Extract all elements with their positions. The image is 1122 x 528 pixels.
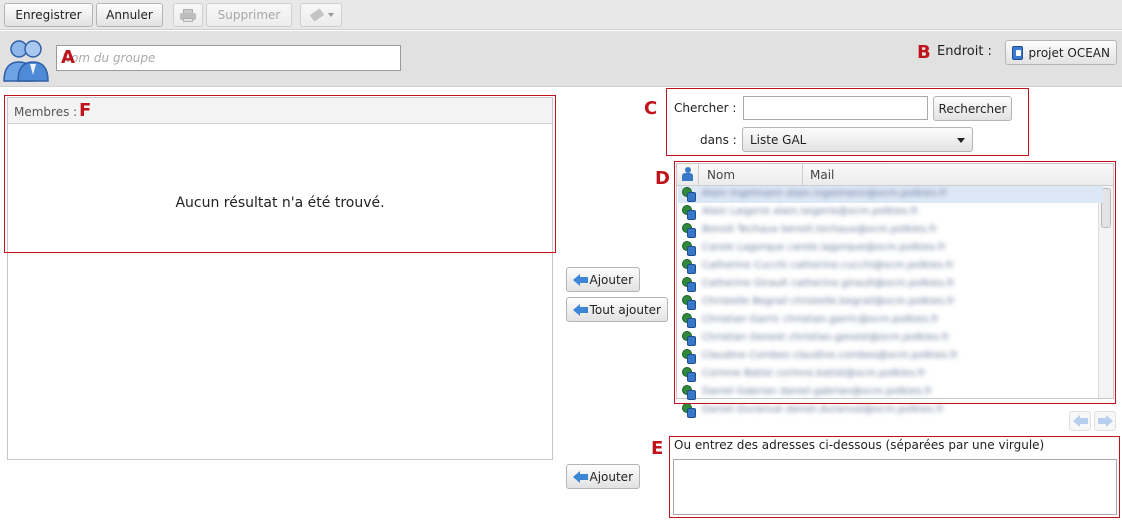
group-name-placeholder: Nom du groupe [62, 51, 156, 65]
chevron-down-icon [327, 13, 334, 17]
source-select[interactable]: Liste GAL [742, 127, 973, 152]
search-label: Chercher : [674, 101, 737, 115]
location-label: Endroit : [937, 44, 992, 59]
source-label: dans : [700, 133, 737, 147]
arrow-left-icon [573, 303, 588, 317]
group-name-input[interactable]: Nom du groupe [56, 45, 401, 71]
search-input[interactable] [743, 96, 928, 120]
source-select-value: Liste GAL [750, 132, 807, 147]
contact-mail: daniel.duranval@ocm.polkies.fr [785, 404, 944, 415]
printer-icon [180, 8, 196, 22]
annotation-marker-c: C [644, 98, 658, 119]
toolbar: Enregistrer Annuler Supprimer [0, 0, 1122, 30]
print-button[interactable] [173, 3, 203, 27]
location-button[interactable]: projet OCEAN [1005, 40, 1117, 65]
contact-name: Daniel Duranval [702, 404, 783, 415]
previous-page-button[interactable] [1069, 411, 1091, 431]
annotation-marker-b: B [917, 42, 931, 63]
add-all-button-label: Tout ajouter [589, 302, 661, 317]
tag-icon [309, 8, 325, 22]
save-button[interactable]: Enregistrer [4, 3, 93, 27]
cancel-button[interactable]: Annuler [96, 3, 163, 27]
add-addresses-button-label: Ajouter [589, 469, 633, 484]
add-button-label: Ajouter [589, 272, 633, 287]
add-addresses-button[interactable]: Ajouter [566, 464, 640, 489]
annotation-marker-e: E [651, 438, 664, 459]
contact-globe-icon [682, 403, 696, 418]
arrow-right-icon [1098, 415, 1114, 427]
group-icon [2, 35, 50, 83]
next-page-button[interactable] [1094, 411, 1116, 431]
tag-dropdown-button[interactable] [300, 3, 342, 27]
annotation-box-d [674, 161, 1116, 404]
delete-button[interactable]: Supprimer [206, 3, 292, 27]
arrow-left-icon [573, 470, 589, 484]
project-icon [1012, 45, 1023, 60]
chevron-down-icon [957, 138, 965, 143]
annotation-marker-f: F [79, 100, 92, 121]
location-value: projet OCEAN [1028, 45, 1110, 60]
table-row[interactable]: Daniel Duranval daniel.duranval@ocm.polk… [678, 402, 1103, 419]
annotation-marker-a: A [61, 47, 75, 68]
contact-text: Daniel Duranval daniel.duranval@ocm.polk… [702, 404, 944, 415]
annotation-box-e [669, 436, 1120, 518]
annotation-marker-d: D [655, 168, 670, 189]
arrow-left-icon [573, 273, 589, 287]
arrow-left-icon [1073, 415, 1089, 427]
search-button[interactable]: Rechercher [933, 96, 1012, 121]
add-button[interactable]: Ajouter [566, 267, 640, 292]
add-all-button[interactable]: Tout ajouter [566, 297, 668, 322]
